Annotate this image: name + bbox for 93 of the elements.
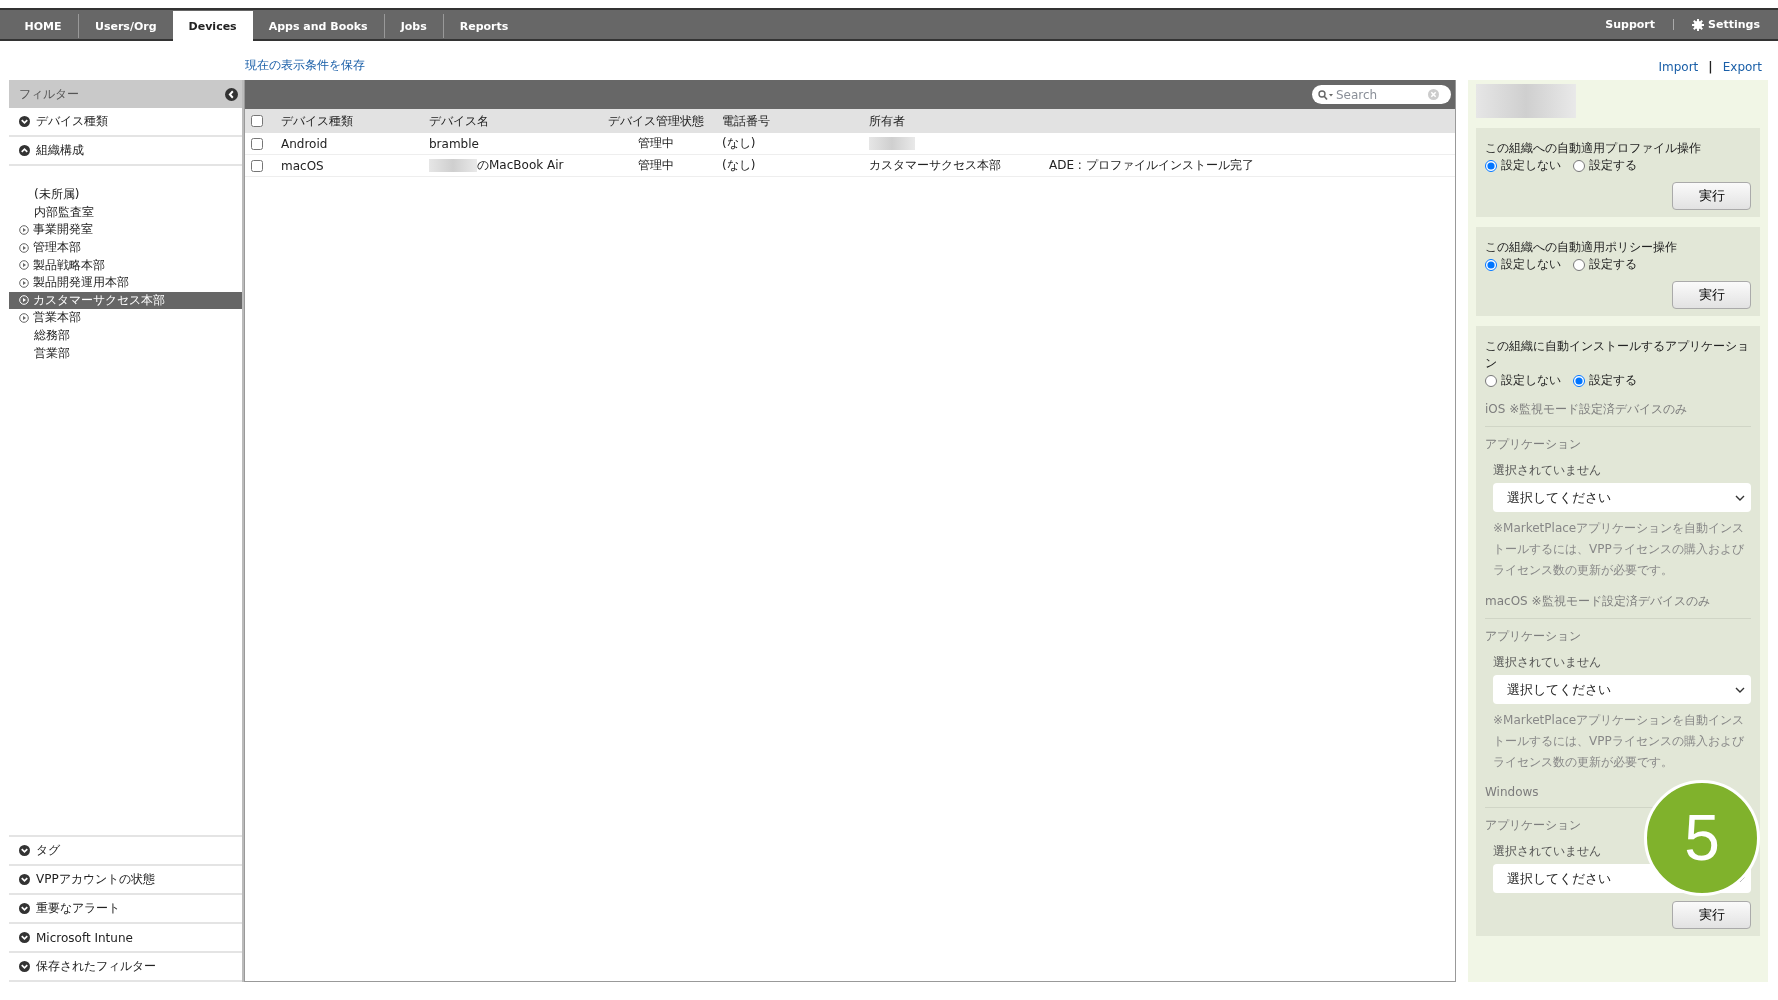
nav-tab[interactable]: Users/Org (78, 14, 173, 38)
save-view-link[interactable]: 現在の表示条件を保存 (245, 57, 365, 74)
support-link[interactable]: Support (1587, 10, 1674, 39)
table-cell: (なし) (722, 135, 756, 152)
table-cell: ADE : プロファイルインストール完了 (1049, 157, 1254, 174)
platform-heading: macOS ※監視モード設定済デバイスのみ (1485, 581, 1751, 619)
chevron-down-icon (19, 961, 30, 972)
note-text: ※MarketPlaceアプリケーションを自動インストールするには、VPPライセンスの購入およびライセンス数の更新が必要です。 (1492, 520, 1746, 579)
org-tree-item[interactable]: (未所属) (9, 186, 242, 204)
nav-tab[interactable]: Reports (442, 14, 525, 38)
app-select[interactable]: 選択してください (1493, 483, 1751, 512)
radio-option[interactable]: 設定する (1573, 256, 1637, 273)
expand-icon (19, 242, 29, 253)
radio-option[interactable]: 設定しない (1485, 372, 1561, 389)
app-select[interactable]: 選択してください (1493, 675, 1751, 704)
table-row[interactable]: macOS のMacBook Air 管理中 (なし) カスタマーサクセス本部 ADE : プロファイルインストール完了 (245, 155, 1455, 177)
select-all-checkbox[interactable] (251, 115, 263, 127)
settings-icon (1692, 18, 1705, 31)
org-tree-item[interactable]: 総務部 (9, 326, 242, 345)
chevron-down-icon (19, 903, 30, 914)
row-checkbox[interactable] (251, 137, 263, 150)
execute-button[interactable]: 実行 (1672, 281, 1751, 309)
field-label: アプリケーション (1485, 436, 1582, 453)
selection-status: 選択されていません (1492, 843, 1602, 860)
expand-icon (19, 295, 29, 306)
field-label: アプリケーション (1485, 817, 1582, 834)
radio-option[interactable]: 設定する (1573, 157, 1637, 174)
link-separator: | (1708, 60, 1713, 74)
radio-option[interactable]: 設定しない (1485, 256, 1561, 273)
org-tree-item[interactable]: 営業本部 (9, 309, 242, 327)
table-cell: 管理中 (637, 157, 674, 174)
radio-button[interactable] (1573, 159, 1585, 172)
search-field[interactable]: Search (1312, 85, 1451, 104)
radio-button[interactable] (1485, 374, 1497, 387)
radio-option[interactable]: 設定しない (1485, 157, 1561, 174)
section-title: この組織への自動適用ポリシー操作 (1485, 239, 1678, 256)
section-title: この組織に自動インストールするアプリケーション (1485, 338, 1750, 372)
settings-link[interactable]: Settings (1674, 10, 1778, 39)
io-link[interactable]: Import (1658, 60, 1699, 74)
org-tree-item[interactable]: 内部監査室 (9, 203, 242, 222)
collapse-icon[interactable] (225, 87, 238, 101)
note-text: ※MarketPlaceアプリケーションを自動インストールするには、VPPライセンスの購入およびライセンス数の更新が必要です。 (1492, 712, 1746, 771)
selection-status: 選択されていません (1492, 654, 1602, 671)
radio-button[interactable] (1485, 159, 1497, 172)
radio-button[interactable] (1573, 258, 1585, 271)
io-link[interactable]: Export (1722, 60, 1762, 74)
chevron-down-icon (19, 874, 30, 885)
table-cell: (なし) (722, 157, 756, 174)
chevron-down-icon (19, 116, 30, 127)
search-input[interactable]: Search (1336, 87, 1426, 102)
nav-tab[interactable]: Jobs (383, 14, 443, 38)
expand-icon (19, 225, 29, 235)
column-header[interactable]: デバイス管理状態 (589, 112, 722, 130)
org-tree-item[interactable]: カスタマーサクセス本部 (9, 291, 242, 310)
execute-button[interactable]: 実行 (1672, 182, 1751, 210)
org-tree-item[interactable]: 事業開発室 (9, 221, 242, 239)
column-header[interactable]: 所有者 (869, 112, 1049, 130)
chevron-up-icon (19, 145, 30, 156)
field-label: アプリケーション (1485, 628, 1582, 645)
nav-tab[interactable]: Apps and Books (252, 14, 384, 38)
nav-tab[interactable]: Devices (172, 11, 253, 41)
section-title: この組織への自動適用プロファイル操作 (1485, 140, 1702, 157)
row-checkbox[interactable] (251, 159, 263, 172)
selection-status: 選択されていません (1492, 462, 1602, 479)
column-header[interactable]: デバイス種類 (281, 112, 429, 130)
nav-tab[interactable]: HOME (8, 14, 78, 38)
chevron-down-icon (19, 845, 30, 856)
org-tree-item[interactable]: 製品戦略本部 (9, 256, 242, 274)
table-cell: カスタマーサクセス本部 (869, 157, 1001, 174)
table-cell: macOS (281, 158, 324, 173)
expand-icon (19, 277, 29, 288)
column-header[interactable]: デバイス名 (429, 112, 589, 130)
search-icon (1318, 89, 1334, 100)
expand-icon (19, 260, 29, 271)
table-row[interactable]: Android bramble 管理中 (なし) (245, 133, 1455, 155)
filter-title: フィルター (19, 85, 79, 103)
expand-icon (19, 312, 29, 323)
platform-heading: iOS ※監視モード設定済デバイスのみ (1485, 389, 1751, 427)
column-header[interactable]: 電話番号 (722, 112, 869, 130)
table-cell: のMacBook Air (477, 157, 564, 174)
org-tree-item[interactable]: 管理本部 (9, 238, 242, 257)
chevron-down-icon (19, 932, 30, 943)
chevron-down-icon (1735, 494, 1745, 501)
radio-option[interactable]: 設定する (1573, 372, 1637, 389)
chevron-down-icon (1735, 686, 1745, 693)
execute-button[interactable]: 実行 (1672, 901, 1751, 929)
radio-button[interactable] (1573, 374, 1585, 387)
table-cell: 管理中 (637, 135, 674, 152)
org-tree-item[interactable]: 営業部 (9, 344, 242, 362)
table-cell: bramble (429, 136, 479, 151)
org-tree-item[interactable]: 製品開発運用本部 (9, 273, 242, 292)
radio-button[interactable] (1485, 258, 1497, 271)
table-cell: Android (281, 136, 328, 151)
